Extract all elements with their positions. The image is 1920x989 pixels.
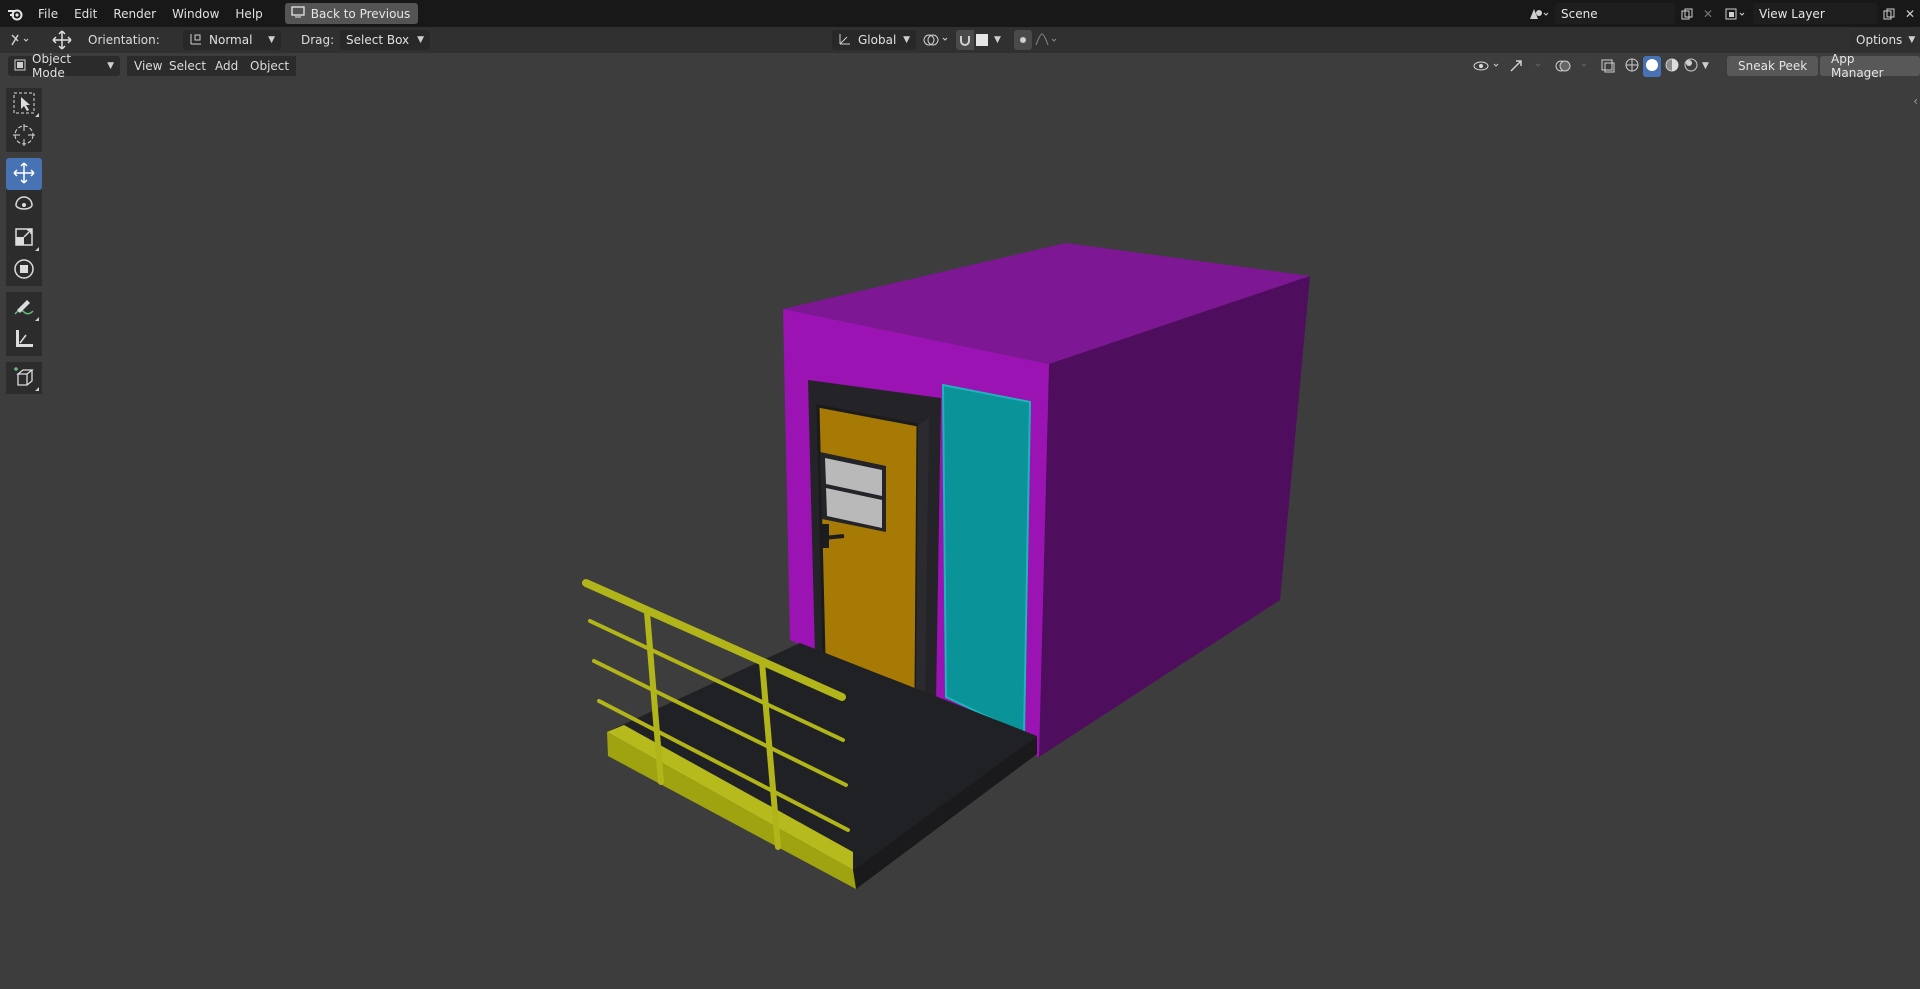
view-layer-close-icon[interactable]: ✕ bbox=[1901, 3, 1919, 24]
select-menu[interactable]: Select bbox=[162, 56, 214, 76]
left-toolbar bbox=[6, 88, 42, 394]
menu-help[interactable]: Help bbox=[227, 3, 270, 25]
chevron-down-icon: ▼ bbox=[417, 35, 424, 45]
scale-icon bbox=[12, 225, 36, 252]
snap-target-dropdown[interactable]: ▼ bbox=[976, 30, 1001, 50]
object-menu[interactable]: Object bbox=[243, 56, 297, 76]
transform-orientation-value: Global bbox=[858, 33, 897, 47]
snap-increment-icon bbox=[976, 34, 988, 46]
falloff-dropdown[interactable] bbox=[1034, 30, 1062, 50]
move-tool-icon bbox=[50, 30, 74, 50]
rendered-shading-icon[interactable] bbox=[1683, 57, 1699, 76]
cursor-icon bbox=[12, 123, 36, 150]
chevron-down-icon: ▼ bbox=[1908, 35, 1916, 45]
overlays-toggle[interactable] bbox=[1554, 56, 1594, 76]
object-menu-label: Object bbox=[243, 56, 297, 76]
rotate-tool[interactable] bbox=[6, 190, 42, 222]
scale-tool[interactable] bbox=[6, 222, 42, 254]
door bbox=[816, 404, 920, 696]
view-layer-browse-icon[interactable] bbox=[1722, 3, 1750, 24]
gizmo-toggle[interactable] bbox=[1508, 56, 1548, 76]
proportional-edit-icon bbox=[1014, 30, 1032, 50]
solid-shading-icon[interactable] bbox=[1643, 55, 1661, 77]
snap-toggle[interactable] bbox=[956, 30, 974, 50]
shading-buttons: ▼ bbox=[1624, 55, 1709, 77]
blender-logo-icon[interactable] bbox=[0, 0, 30, 27]
drag-label: Drag: bbox=[301, 33, 335, 47]
view-layer-copy-icon[interactable] bbox=[1880, 3, 1898, 24]
orientation-label: Orientation: bbox=[88, 33, 160, 47]
chevron-down-icon: ▼ bbox=[268, 35, 275, 45]
move-icon bbox=[12, 161, 36, 188]
menu-file[interactable]: File bbox=[30, 3, 66, 25]
scene-copy-icon[interactable] bbox=[1678, 3, 1696, 24]
menu-window[interactable]: Window bbox=[164, 3, 227, 25]
transform-orientation-dropdown[interactable]: Global ▼ bbox=[832, 30, 916, 50]
chevron-down-icon: ▼ bbox=[903, 35, 910, 45]
back-to-previous-label: Back to Previous bbox=[310, 6, 411, 21]
orientation-value: Normal bbox=[209, 33, 253, 47]
shading-options-chevron-icon[interactable]: ▼ bbox=[1702, 61, 1709, 71]
scene-close-icon[interactable]: ✕ bbox=[1699, 3, 1717, 24]
viewport-header: Object Mode ▼ View Select Add Object ▼ S… bbox=[0, 52, 1920, 80]
tool-settings-header: Orientation: Normal ▼ Drag: Select Box ▼… bbox=[0, 27, 1920, 53]
orientation-dropdown[interactable]: Normal ▼ bbox=[183, 30, 281, 50]
scene-browse-icon[interactable] bbox=[1524, 3, 1552, 24]
magnet-icon bbox=[956, 30, 974, 50]
add-cube-tool[interactable] bbox=[6, 362, 42, 394]
top-menu-bar: File Edit Render Window Help Back to Pre… bbox=[0, 0, 1920, 27]
orientation-icon bbox=[189, 32, 203, 49]
rotate-icon bbox=[12, 193, 36, 220]
scene-selector: Scene ✕ bbox=[1524, 3, 1717, 24]
view-layer-name-field[interactable]: View Layer bbox=[1753, 3, 1877, 24]
tool-selector[interactable] bbox=[10, 30, 32, 50]
drag-dropdown[interactable]: Select Box ▼ bbox=[340, 30, 430, 50]
app-manager-button[interactable]: App Manager bbox=[1820, 52, 1920, 80]
cursor-tool[interactable] bbox=[6, 120, 42, 152]
pivot-point-dropdown[interactable] bbox=[922, 30, 952, 50]
scene-name-field[interactable]: Scene bbox=[1555, 3, 1675, 24]
visibility-dropdown[interactable] bbox=[1472, 56, 1504, 76]
select-box-icon bbox=[12, 91, 36, 118]
3d-viewport[interactable] bbox=[0, 0, 1920, 989]
screen-icon bbox=[291, 6, 305, 21]
chevron-down-icon: ▼ bbox=[994, 35, 1001, 45]
select-menu-label: Select bbox=[162, 56, 214, 76]
sidebar-toggle-icon[interactable]: ‹ bbox=[1913, 94, 1918, 108]
select-box-tool[interactable] bbox=[6, 88, 42, 120]
back-to-previous-button[interactable]: Back to Previous bbox=[284, 3, 419, 24]
teal-panel bbox=[941, 383, 1032, 736]
global-axes-icon bbox=[838, 32, 852, 49]
sneak-peek-label: Sneak Peek bbox=[1727, 56, 1819, 76]
chevron-down-icon: ▼ bbox=[107, 61, 114, 71]
measure-tool[interactable] bbox=[6, 324, 42, 356]
mode-dropdown[interactable]: Object Mode ▼ bbox=[8, 52, 120, 80]
material-shading-icon[interactable] bbox=[1664, 57, 1680, 76]
menu-edit[interactable]: Edit bbox=[66, 3, 105, 25]
add-cube-icon bbox=[12, 365, 36, 392]
options-dropdown[interactable]: Options ▼ bbox=[1850, 30, 1916, 50]
transform-tool[interactable] bbox=[6, 254, 42, 286]
menu-render[interactable]: Render bbox=[105, 3, 164, 25]
sneak-peek-button[interactable]: Sneak Peek bbox=[1727, 56, 1819, 76]
view-layer-selector: View Layer ✕ bbox=[1722, 3, 1919, 24]
annotate-icon bbox=[12, 295, 36, 322]
mode-value: Object Mode bbox=[32, 52, 72, 80]
object-mode-icon bbox=[14, 59, 26, 74]
app-manager-label: App Manager bbox=[1820, 52, 1920, 80]
wireframe-shading-icon[interactable] bbox=[1624, 57, 1640, 76]
measure-icon bbox=[12, 327, 36, 354]
add-menu-label: Add bbox=[208, 56, 246, 76]
add-menu[interactable]: Add bbox=[208, 56, 246, 76]
drag-value: Select Box bbox=[346, 33, 410, 47]
annotate-tool[interactable] bbox=[6, 292, 42, 324]
transform-icon bbox=[12, 257, 36, 284]
options-label: Options bbox=[1856, 33, 1903, 47]
move-tool[interactable] bbox=[6, 158, 42, 190]
proportional-editing-toggle[interactable] bbox=[1014, 30, 1032, 50]
xray-toggle[interactable] bbox=[1600, 56, 1616, 76]
